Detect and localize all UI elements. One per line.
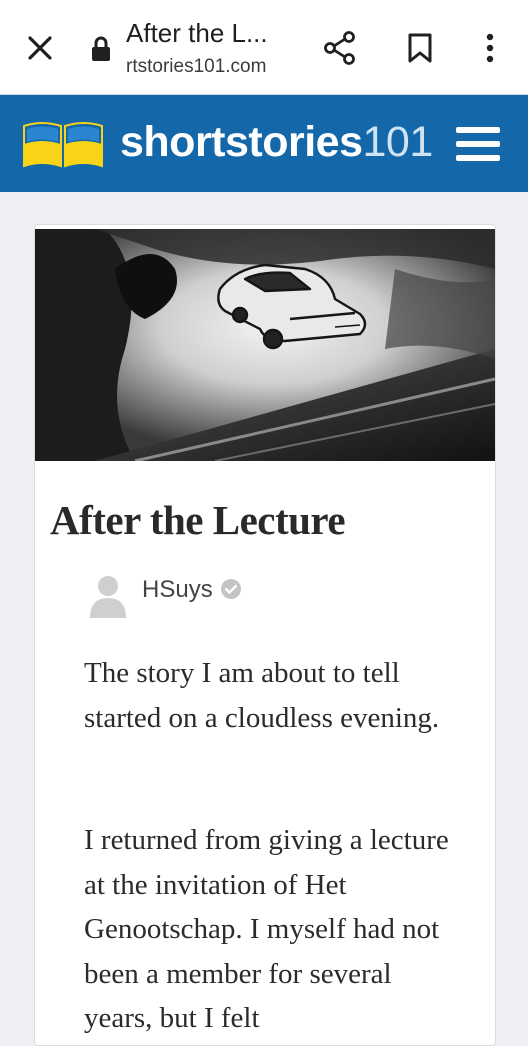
brand-bold: shortstories	[120, 118, 363, 166]
site-logo-text[interactable]: shortstories101	[120, 118, 433, 167]
verified-icon	[221, 579, 241, 599]
close-icon[interactable]	[18, 26, 62, 70]
avatar[interactable]	[88, 574, 128, 618]
story-paragraph: I returned from giving a lecture at the …	[84, 824, 449, 1034]
lock-icon	[90, 35, 112, 63]
story-paragraph: The story I am about to tell started on …	[84, 657, 440, 734]
brand-number: 101	[362, 118, 434, 166]
more-vert-icon[interactable]	[468, 26, 512, 70]
menu-bar	[456, 155, 500, 161]
menu-bar	[456, 141, 500, 147]
url-domain[interactable]: rtstories101.com	[126, 56, 266, 78]
browser-toolbar: After the L... rtstories101.com	[0, 0, 528, 95]
logo-book-icon[interactable]	[22, 120, 104, 168]
menu-bar	[456, 127, 500, 133]
story-title: After the Lecture	[50, 497, 346, 543]
page-title[interactable]: After the L...	[126, 18, 268, 49]
story-cover-image[interactable]	[35, 229, 495, 461]
bookmark-icon[interactable]	[398, 26, 442, 70]
author-name[interactable]: HSuys	[142, 576, 213, 604]
menu-icon[interactable]	[456, 125, 502, 165]
share-icon[interactable]	[318, 26, 362, 70]
